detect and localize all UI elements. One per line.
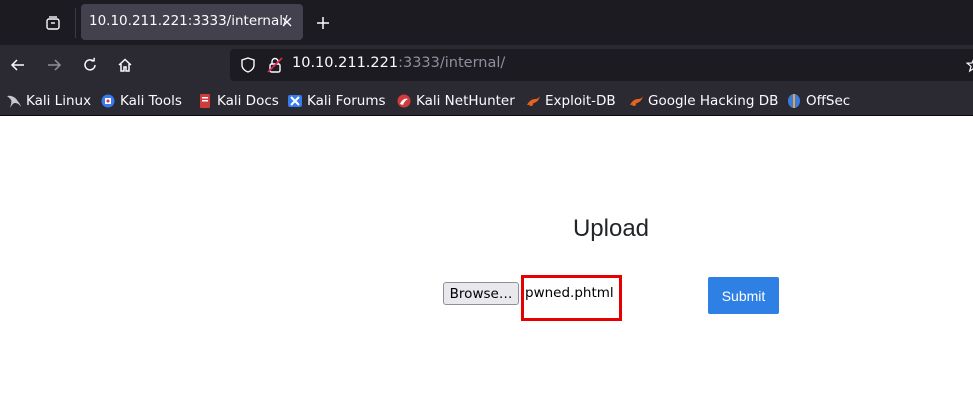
forward-arrow-icon[interactable] — [41, 52, 67, 78]
tab-separator — [75, 8, 76, 38]
plus-icon[interactable] — [310, 10, 336, 36]
url-bar[interactable]: 10.10.211.221:3333/internal/ — [230, 49, 973, 81]
bookmark-kali-nethunter[interactable]: Kali NetHunter — [396, 92, 515, 110]
tab-title: 10.10.211.221:3333/internal/ — [89, 13, 288, 29]
bookmark-label: Kali Forums — [307, 93, 386, 109]
bookmark-label: Kali Tools — [120, 93, 182, 109]
home-icon[interactable] — [112, 52, 138, 78]
bookmark-kali-linux[interactable]: Kali Linux — [6, 92, 91, 110]
bookmarks-toolbar: Kali Linux Kali Tools Kali Docs Kali For… — [0, 86, 973, 116]
ghdb-icon — [628, 93, 644, 109]
bookmark-kali-tools[interactable]: Kali Tools — [100, 92, 182, 110]
tab-active[interactable]: 10.10.211.221:3333/internal/ — [81, 4, 303, 40]
bookmark-label: Exploit-DB — [545, 93, 616, 109]
kali-dragon-icon — [6, 93, 22, 109]
tab-list-icon[interactable] — [40, 10, 66, 36]
bookmark-kali-forums[interactable]: Kali Forums — [287, 92, 386, 110]
bookmark-google-hacking-db[interactable]: Google Hacking DB — [628, 92, 778, 110]
browse-button[interactable]: Browse… — [443, 282, 519, 305]
bookmark-kali-docs[interactable]: Kali Docs — [197, 92, 279, 110]
kali-nethunter-icon — [396, 93, 412, 109]
close-icon[interactable] — [277, 12, 297, 32]
exploit-db-icon — [525, 93, 541, 109]
url-text: 10.10.211.221:3333/internal/ — [292, 55, 505, 71]
submit-button[interactable]: Submit — [708, 277, 779, 314]
bookmark-label: OffSec — [806, 93, 851, 109]
kali-docs-icon — [197, 93, 213, 109]
page-title: Upload — [572, 215, 650, 242]
kali-forums-icon — [287, 93, 303, 109]
kali-tools-icon — [100, 93, 116, 109]
tab-strip: 10.10.211.221:3333/internal/ — [0, 0, 973, 45]
bookmark-label: Kali NetHunter — [416, 93, 515, 109]
bookmark-label: Kali Docs — [217, 93, 279, 109]
offsec-icon — [786, 93, 802, 109]
insecure-lock-icon[interactable] — [266, 56, 284, 74]
highlight-annotation-box — [521, 275, 622, 321]
back-arrow-icon[interactable] — [5, 52, 31, 78]
url-host: 10.10.211.221 — [292, 55, 399, 71]
shield-icon[interactable] — [239, 56, 257, 74]
bookmark-exploit-db[interactable]: Exploit-DB — [525, 92, 616, 110]
bookmark-label: Google Hacking DB — [648, 93, 779, 109]
reload-icon[interactable] — [77, 52, 103, 78]
navigation-toolbar: 10.10.211.221:3333/internal/ — [0, 45, 973, 86]
star-icon[interactable] — [965, 57, 973, 73]
url-path: :3333/internal/ — [398, 55, 506, 71]
bookmark-offsec[interactable]: OffSec — [786, 92, 850, 110]
page-content: Upload Browse… pwned.phtml Submit — [0, 117, 973, 400]
bookmark-label: Kali Linux — [26, 93, 92, 109]
